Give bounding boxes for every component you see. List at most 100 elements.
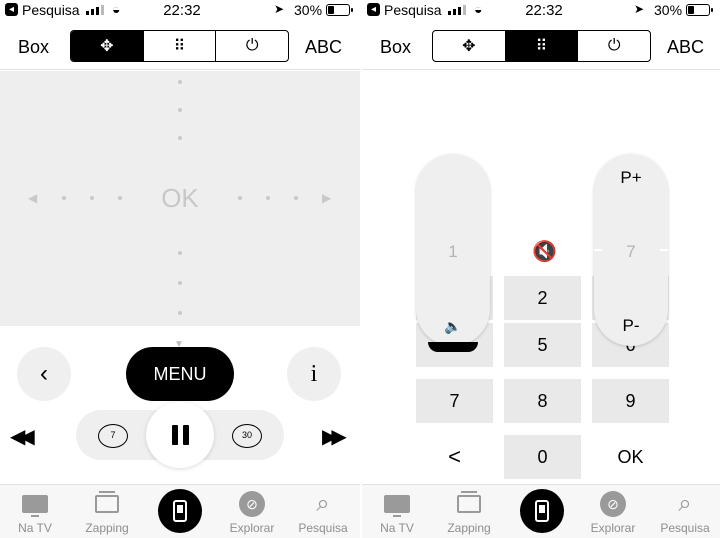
back-button[interactable]: ‹ <box>17 347 71 401</box>
tab-remote[interactable] <box>520 489 564 533</box>
key-8[interactable]: 8 <box>504 379 581 423</box>
power-icon[interactable]: ⏻ <box>578 31 650 61</box>
device-label: Box <box>380 37 412 57</box>
tab-label: Zapping <box>447 521 491 535</box>
zapping-icon <box>457 491 481 513</box>
search-icon: ⌕ <box>316 490 330 517</box>
mute-icon[interactable]: 🔇 <box>532 239 557 264</box>
touchpad-right-arrow-icon: ▶ <box>322 191 332 205</box>
location-icon: ➤ <box>634 2 645 16</box>
zapping-icon <box>95 491 119 513</box>
back-to-app-icon[interactable]: ◂ <box>5 3 18 16</box>
volume-slider[interactable]: 1 🔈 <box>416 154 490 352</box>
wifi-icon: ◒ <box>474 1 483 17</box>
tab-pesquisa[interactable]: ⌕ Pesquisa <box>650 489 720 535</box>
key-9[interactable]: 9 <box>592 379 669 423</box>
battery-percentage: 30% <box>294 2 323 18</box>
location-icon: ➤ <box>274 2 285 16</box>
battery-icon <box>686 4 713 16</box>
remote-header: Box ✥ ⠿ ⏻ ABC <box>362 22 720 70</box>
numpad-icon[interactable]: ⠿ <box>144 31 217 61</box>
touchpad-ok-label: OK <box>161 183 199 213</box>
remote-numpad-screen: ◂ Pesquisa ◒ 22:32 ➤ 30% Box ✥ ⠿ ⏻ ABC 1… <box>362 0 720 538</box>
remote-icon <box>535 500 549 522</box>
rewind-icon[interactable]: ◀◀ <box>10 424 35 449</box>
key-back[interactable]: < <box>416 435 493 479</box>
device-label: Box <box>18 37 50 57</box>
skip-back-7-button[interactable]: 7 <box>98 424 128 448</box>
compass-icon: ⊘ <box>239 491 265 517</box>
keyboard-abc-button[interactable]: ABC <box>667 37 704 58</box>
tab-label: Explorar <box>590 521 636 535</box>
tab-zapping[interactable]: Zapping <box>434 489 504 535</box>
touchpad-dot <box>294 196 298 200</box>
touchpad-dot <box>90 196 94 200</box>
remote-touchpad-screen: ◂ Pesquisa ◒ 22:32 ➤ 30% Box ✥ ⠿ ⏻ ABC ◀… <box>0 0 360 538</box>
key-2[interactable]: 2 <box>504 276 581 320</box>
tab-label: Pesquisa <box>660 521 710 535</box>
tab-zapping[interactable]: Zapping <box>72 489 142 535</box>
channel-up-label[interactable]: P+ <box>594 168 668 188</box>
key-7[interactable]: 7 <box>416 379 493 423</box>
status-bar: ◂ Pesquisa ◒ 22:32 ➤ 30% <box>0 0 360 22</box>
directional-pad-icon[interactable]: ✥ <box>433 31 506 61</box>
mode-segmented-control: ✥ ⠿ ⏻ <box>70 30 289 62</box>
back-to-app-label[interactable]: Pesquisa <box>384 2 442 18</box>
compass-icon: ⊘ <box>600 491 626 517</box>
key-ok[interactable]: OK <box>592 435 669 479</box>
back-to-app-label[interactable]: Pesquisa <box>22 2 80 18</box>
volume-level-bar <box>428 342 478 352</box>
tab-label: Zapping <box>85 521 129 535</box>
touchpad[interactable]: ◀ ▶ OK <box>0 71 360 326</box>
channel-down-label[interactable]: P- <box>594 316 668 336</box>
tab-label: Pesquisa <box>298 521 348 535</box>
remote-header: Box ✥ ⠿ ⏻ ABC <box>0 22 360 70</box>
power-icon[interactable]: ⏻ <box>216 31 288 61</box>
pause-button[interactable] <box>146 402 214 468</box>
touchpad-dot <box>238 196 242 200</box>
channel-value: 7 <box>626 242 636 261</box>
battery-icon <box>326 4 353 16</box>
battery-percentage: 30% <box>654 2 683 18</box>
menu-button[interactable]: MENU <box>126 347 234 401</box>
cellular-signal-icon <box>448 4 466 15</box>
volume-value: 1 <box>448 242 458 261</box>
numpad-icon[interactable]: ⠿ <box>505 31 579 61</box>
touchpad-dot <box>178 136 182 140</box>
tv-icon <box>22 495 48 517</box>
numpad: 1 2 3 4 5 6 7 8 9 < 0 OK 1 🔈 🔇 P+ 7 P- <box>362 71 720 484</box>
touchpad-dot <box>178 311 182 315</box>
touchpad-dot <box>62 196 66 200</box>
tab-explorar[interactable]: ⊘ Explorar <box>578 489 648 535</box>
tab-label: Explorar <box>229 521 275 535</box>
remote-icon <box>173 500 187 522</box>
mode-segmented-control: ✥ ⠿ ⏻ <box>432 30 651 62</box>
skip-forward-30-button[interactable]: 30 <box>232 424 262 448</box>
touchpad-dot <box>178 281 182 285</box>
tab-explorar[interactable]: ⊘ Explorar <box>217 489 287 535</box>
tab-label: Na TV <box>18 521 52 535</box>
touchpad-dot <box>178 251 182 255</box>
info-button[interactable]: i <box>287 347 341 401</box>
tab-na-tv[interactable]: Na TV <box>0 489 70 535</box>
key-5[interactable]: 5 <box>504 323 581 367</box>
search-icon: ⌕ <box>678 490 692 517</box>
back-to-app-icon[interactable]: ◂ <box>367 3 380 16</box>
clock: 22:32 <box>163 2 201 19</box>
tv-icon <box>384 495 410 517</box>
touchpad-dot <box>266 196 270 200</box>
fast-forward-icon[interactable]: ▶▶ <box>322 424 347 449</box>
touchpad-dot <box>178 80 182 84</box>
tab-na-tv[interactable]: Na TV <box>362 489 432 535</box>
keyboard-abc-button[interactable]: ABC <box>305 37 342 58</box>
tab-pesquisa[interactable]: ⌕ Pesquisa <box>288 489 358 535</box>
tab-label: Na TV <box>380 521 414 535</box>
key-0[interactable]: 0 <box>504 435 581 479</box>
tab-remote[interactable] <box>158 489 202 533</box>
touchpad-dot <box>178 108 182 112</box>
cellular-signal-icon <box>86 4 104 15</box>
directional-pad-icon[interactable]: ✥ <box>71 31 144 61</box>
clock: 22:32 <box>525 2 563 19</box>
wifi-icon: ◒ <box>112 1 121 17</box>
channel-slider[interactable]: P+ 7 P- <box>594 154 668 346</box>
